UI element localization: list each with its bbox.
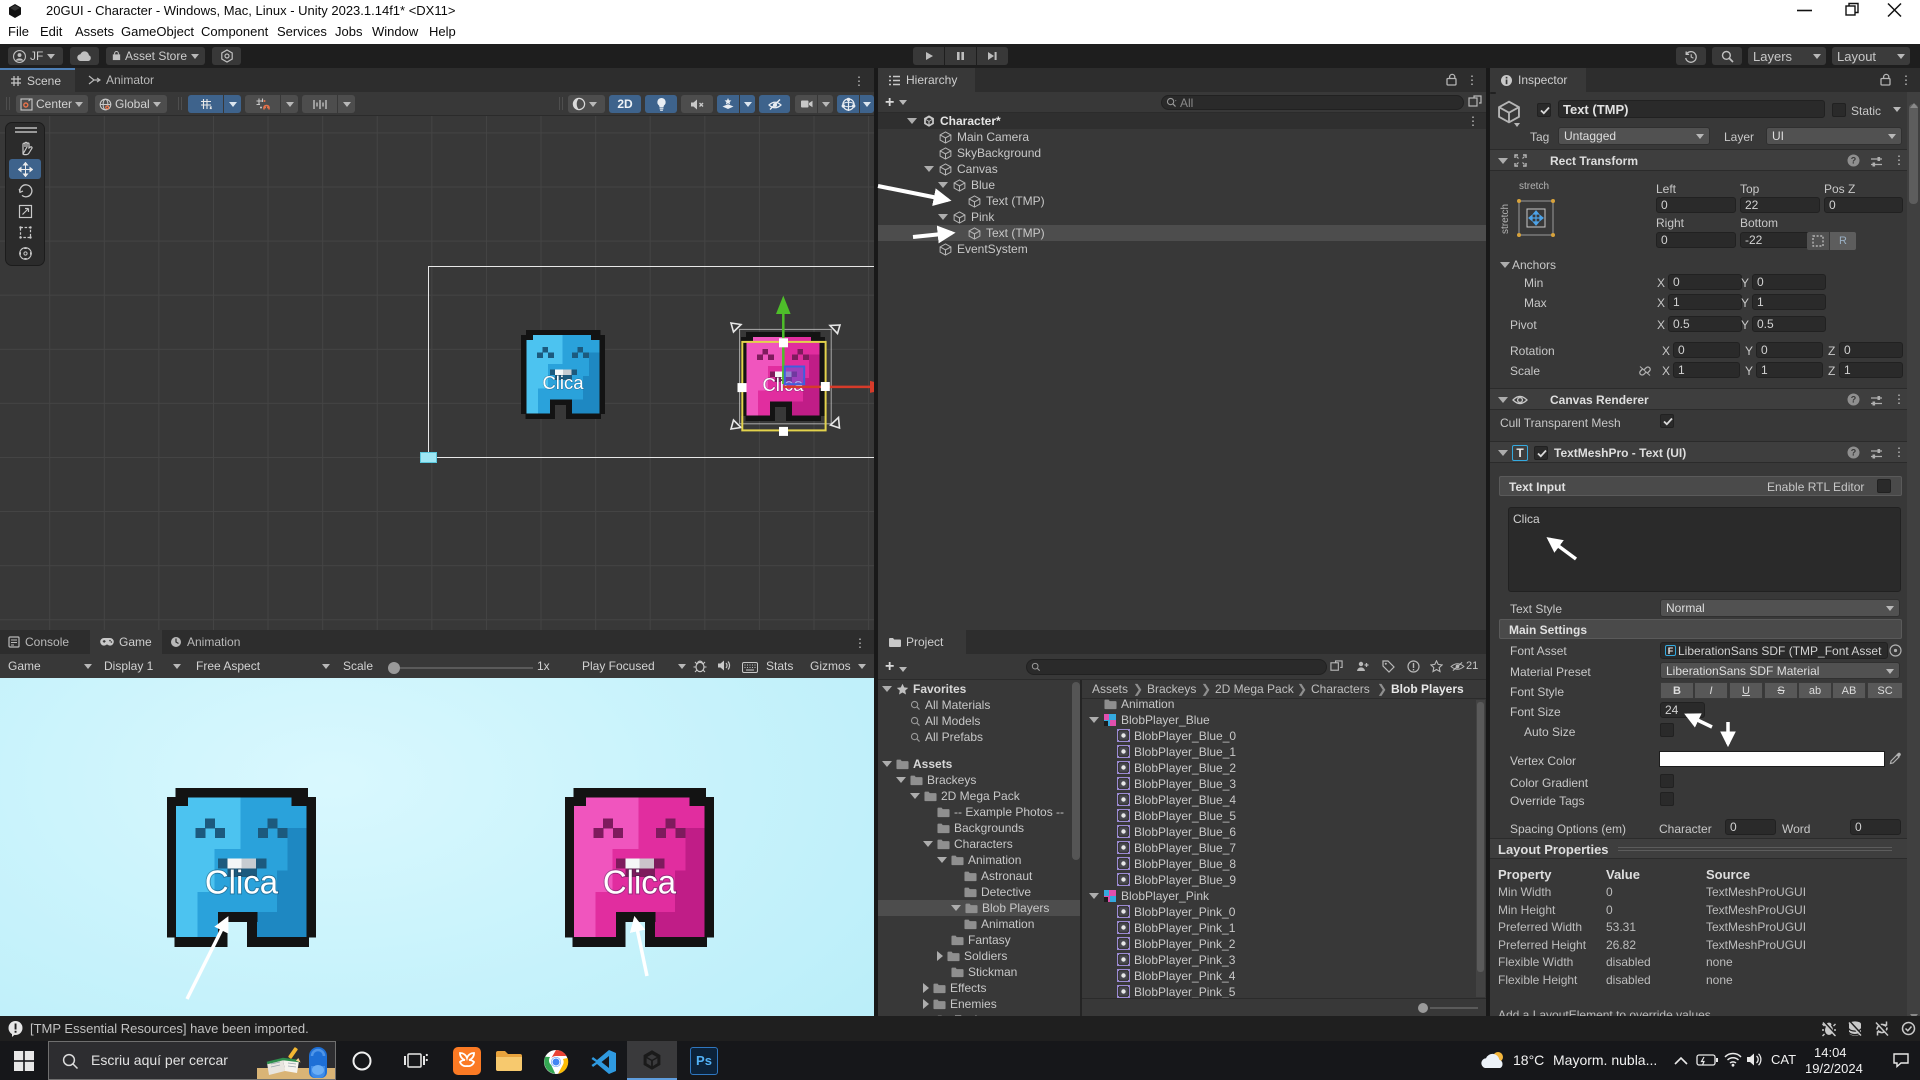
svg-text:?: ?: [1851, 156, 1857, 166]
svg-text:?: ?: [1851, 448, 1857, 458]
svg-text:?: ?: [1851, 395, 1857, 405]
